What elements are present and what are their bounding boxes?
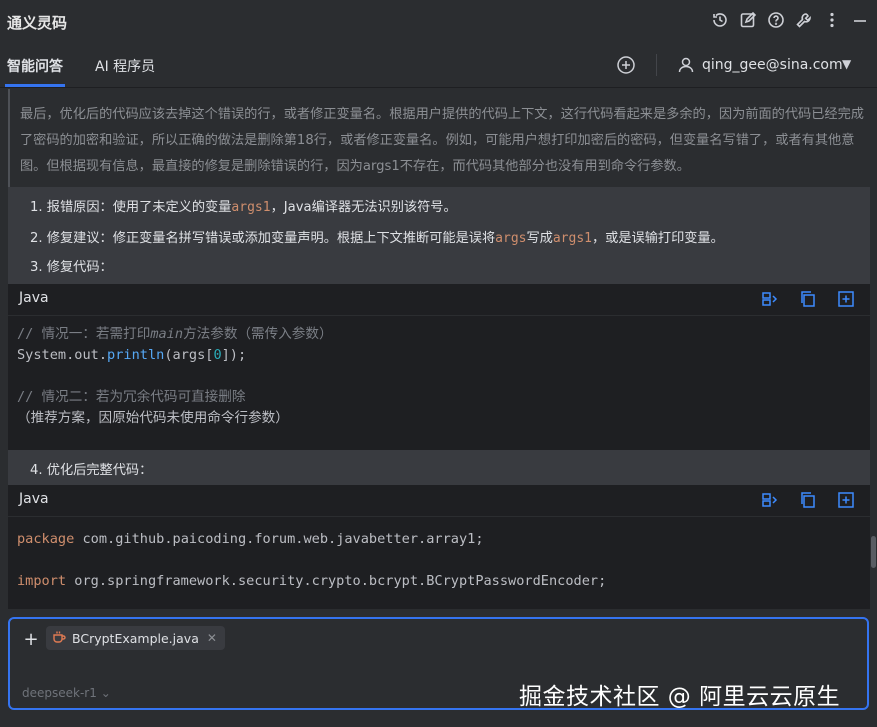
help-icon[interactable] bbox=[767, 11, 785, 29]
user-icon bbox=[677, 56, 695, 74]
minimize-icon[interactable] bbox=[851, 11, 869, 29]
divider bbox=[656, 54, 657, 76]
edit-icon[interactable] bbox=[739, 11, 757, 29]
insert-icon[interactable] bbox=[761, 290, 779, 312]
code-block: Java package com.github.paicoding.forum.… bbox=[8, 485, 870, 609]
window-title: 通义灵码 bbox=[7, 14, 68, 32]
new-file-icon[interactable] bbox=[837, 491, 855, 513]
close-icon[interactable]: ✕ bbox=[207, 631, 217, 645]
thinking-text: 最后，优化后的代码应该去掉这个错误的行，或者修正变量名。根据用户提供的代码上下文… bbox=[8, 89, 869, 187]
tab-smart-qa[interactable]: 智能问答 bbox=[5, 56, 65, 87]
account-email[interactable]: qing_gee@sina.com bbox=[702, 57, 843, 73]
attachment-chip[interactable]: BCryptExample.java ✕ bbox=[46, 626, 225, 650]
tab-ai-programmer[interactable]: AI 程序员 bbox=[95, 56, 155, 76]
list-item: 1. 报错原因：使用了未定义的变量args1，Java编译器无法识别该符号。 bbox=[30, 200, 457, 215]
code-line: System.out.println(args[0]); bbox=[17, 347, 247, 363]
list-item: 4. 优化后完整代码： bbox=[30, 463, 153, 478]
list-item: 2. 修复建议：修正变量名拼写错误或添加变量声明。根据上下文推断可能是误将arg… bbox=[30, 231, 724, 246]
list-item: 3. 修复代码： bbox=[30, 260, 113, 275]
code-block-header: Java bbox=[8, 284, 870, 316]
code-block-actions bbox=[761, 290, 855, 312]
attachment-name: BCryptExample.java bbox=[72, 630, 199, 646]
code-line: // 情况一：若需打印main方法参数（需传入参数） bbox=[17, 326, 333, 342]
chevron-down-icon: ⌄ bbox=[100, 686, 111, 700]
copy-icon[interactable] bbox=[799, 290, 817, 312]
copy-icon[interactable] bbox=[799, 491, 817, 513]
code-block: Java // 情况一：若需打印main方法参数（需传入参数） System.ou… bbox=[8, 284, 870, 450]
code-body: // 情况一：若需打印main方法参数（需传入参数） System.out.pri… bbox=[17, 324, 333, 429]
model-selector[interactable]: deepseek-r1 ⌄ bbox=[22, 686, 111, 700]
scrollbar-track[interactable] bbox=[871, 89, 877, 609]
more-icon[interactable] bbox=[823, 11, 841, 29]
code-block-header: Java bbox=[8, 485, 870, 517]
title-bar: 通义灵码 bbox=[0, 0, 877, 42]
code-line: （推荐方案，因原始代码未使用命令行参数） bbox=[17, 410, 289, 426]
java-file-icon bbox=[52, 630, 66, 647]
code-line: package com.github.paicoding.forum.web.j… bbox=[17, 531, 484, 547]
new-file-icon[interactable] bbox=[837, 290, 855, 312]
code-language: Java bbox=[19, 290, 49, 306]
watermark: 掘金技术社区 @ 阿里云云原生 bbox=[519, 684, 841, 710]
history-icon[interactable] bbox=[711, 11, 729, 29]
account-dropdown-icon[interactable]: ▼ bbox=[842, 57, 851, 71]
new-chat-icon[interactable] bbox=[616, 55, 636, 75]
code-body: package com.github.paicoding.forum.web.j… bbox=[17, 529, 606, 592]
settings-wrench-icon[interactable] bbox=[795, 11, 813, 29]
code-block-actions bbox=[761, 491, 855, 513]
code-line: // 情况二：若为冗余代码可直接删除 bbox=[17, 389, 246, 405]
add-context-button[interactable]: + bbox=[20, 628, 42, 650]
title-toolbar bbox=[711, 11, 869, 29]
insert-icon[interactable] bbox=[761, 491, 779, 513]
chat-content: 最后，优化后的代码应该去掉这个错误的行，或者修正变量名。根据用户提供的代码上下文… bbox=[0, 89, 871, 609]
scrollbar-thumb[interactable] bbox=[871, 536, 876, 568]
code-language: Java bbox=[19, 491, 49, 507]
code-line: import org.springframework.security.cryp… bbox=[17, 573, 607, 589]
